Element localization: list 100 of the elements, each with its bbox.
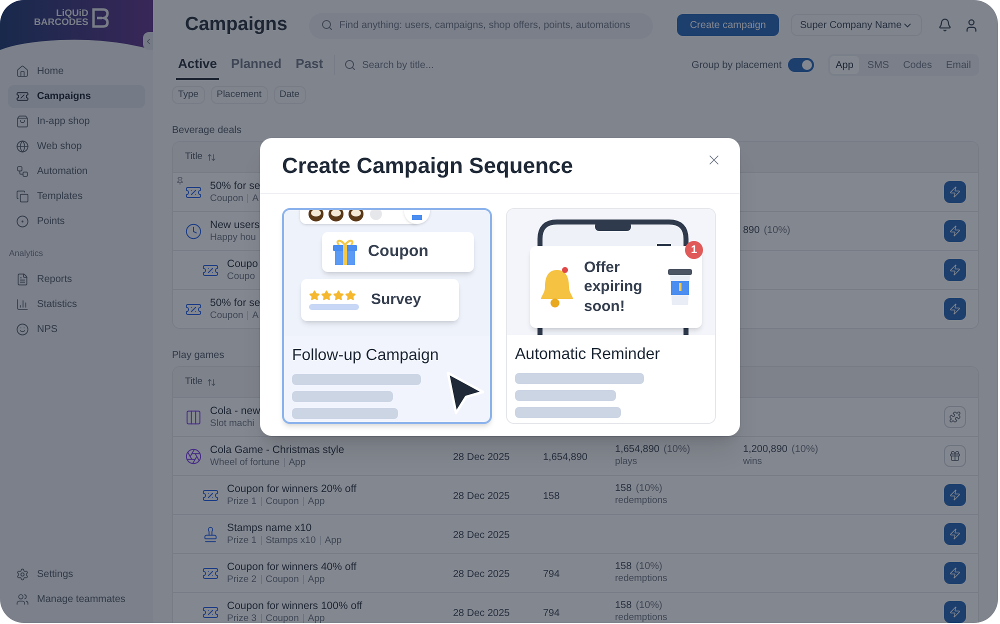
globe-icon bbox=[16, 140, 29, 153]
status-tab[interactable]: Active bbox=[176, 50, 220, 80]
boost-button[interactable] bbox=[944, 181, 966, 203]
page-title: Campaigns bbox=[184, 12, 288, 37]
company-select[interactable]: Super Company Name bbox=[790, 14, 922, 36]
stat-value: 158 bbox=[615, 600, 632, 612]
title-search-field[interactable]: Search by title... bbox=[362, 58, 482, 72]
row-count: 794 bbox=[543, 608, 560, 619]
column-header[interactable]: Title bbox=[185, 374, 203, 390]
sidebar-item[interactable]: Settings bbox=[8, 563, 145, 586]
filter-chip[interactable]: Placement bbox=[210, 86, 268, 104]
gift-icon bbox=[949, 450, 961, 462]
channel-tab[interactable]: Email bbox=[940, 56, 977, 74]
row-meta: A bbox=[252, 192, 259, 204]
sort-icon[interactable] bbox=[206, 378, 216, 386]
channel-tab[interactable]: App bbox=[830, 56, 860, 74]
wheel-icon bbox=[185, 448, 202, 464]
notification-text: Offer expiring soon! bbox=[584, 258, 644, 316]
channel-tab[interactable]: Codes bbox=[897, 56, 938, 74]
row-title[interactable]: Coupo bbox=[227, 258, 258, 271]
sidebar-item[interactable]: Automation bbox=[8, 160, 145, 183]
row-meta: Prize 2 bbox=[227, 574, 257, 586]
row-title[interactable]: Coupon for winners 40% off bbox=[227, 560, 356, 574]
sidebar-item[interactable]: NPS bbox=[8, 318, 145, 341]
filter-chip[interactable]: Date bbox=[274, 86, 306, 104]
stat-percent: (10%) bbox=[764, 224, 790, 238]
settings-icon bbox=[16, 568, 29, 581]
people-icon bbox=[16, 593, 29, 606]
row-meta: Slot machi bbox=[210, 418, 254, 430]
stat-value: 158 bbox=[615, 482, 632, 496]
sidebar-item[interactable]: Templates bbox=[8, 185, 145, 208]
columns-icon bbox=[185, 408, 202, 426]
row-meta: A bbox=[252, 310, 259, 322]
channel-tab[interactable]: SMS bbox=[861, 56, 896, 74]
row-count: 794 bbox=[543, 569, 560, 580]
sidebar-item[interactable]: In-app shop bbox=[8, 110, 145, 133]
sidebar-item[interactable]: Campaigns bbox=[8, 85, 145, 108]
row-title[interactable]: Cola - new bbox=[210, 404, 260, 418]
logo-text: BARCODES bbox=[34, 18, 88, 28]
row-meta: App bbox=[308, 496, 325, 508]
stat-percent: (10%) bbox=[636, 482, 662, 496]
sidebar-item[interactable]: Reports bbox=[8, 268, 145, 291]
user-icon[interactable] bbox=[964, 18, 979, 32]
row-title[interactable]: 50% for se bbox=[210, 296, 260, 310]
boost-button[interactable] bbox=[944, 259, 966, 281]
lightning-icon bbox=[949, 489, 961, 501]
column-header[interactable]: Title bbox=[185, 150, 203, 164]
stat-label: redemptions bbox=[615, 573, 668, 586]
group-toggle[interactable] bbox=[788, 58, 814, 72]
row-count: 1,654,890 bbox=[543, 452, 588, 463]
rating-pill bbox=[309, 304, 359, 310]
row-date: 28 Dec 2025 bbox=[453, 608, 510, 619]
row-title[interactable]: Cola Game - Christmas style bbox=[210, 444, 344, 457]
sequence-option-card[interactable]: Offer expiring soon! 1 Automatic Reminder bbox=[506, 208, 716, 424]
create-campaign-button[interactable]: Create campaign bbox=[676, 14, 779, 36]
row-count: 158 bbox=[543, 491, 560, 502]
lightning-icon bbox=[949, 567, 961, 579]
global-search-field[interactable]: Find anything: users, campaigns, shop offers, points, automations bbox=[309, 12, 653, 38]
row-title[interactable]: 50% for se bbox=[210, 180, 260, 193]
boost-button[interactable] bbox=[944, 220, 966, 242]
gift-box-icon bbox=[330, 237, 360, 267]
boost-button[interactable] bbox=[944, 298, 966, 320]
clock-icon bbox=[185, 222, 202, 240]
row-title[interactable]: Coupon for winners 20% off bbox=[227, 482, 356, 496]
status-tab[interactable]: Planned bbox=[229, 50, 284, 80]
sort-icon[interactable] bbox=[206, 152, 216, 162]
status-tab[interactable]: Past bbox=[294, 50, 326, 80]
bell-icon[interactable] bbox=[938, 18, 952, 32]
sidebar-item[interactable]: Web shop bbox=[8, 135, 145, 158]
stamp-icon bbox=[202, 526, 219, 542]
boost-button[interactable] bbox=[944, 562, 966, 584]
gift-button[interactable] bbox=[944, 445, 966, 467]
puzzle-button[interactable] bbox=[944, 406, 966, 428]
sequence-option-card[interactable]: Coupon Survey Follow-up Campaign bbox=[282, 208, 492, 424]
sidebar-item[interactable]: Points bbox=[8, 210, 145, 233]
stat-label: plays bbox=[615, 456, 638, 468]
sidebar-item[interactable]: Home bbox=[8, 60, 145, 83]
filter-chip[interactable]: Type bbox=[172, 86, 205, 104]
sidebar-item[interactable]: Manage teammates bbox=[8, 588, 145, 611]
card-title: Follow-up Campaign bbox=[292, 346, 440, 366]
sidebar-item[interactable]: Statistics bbox=[8, 292, 145, 316]
row-meta: App bbox=[308, 574, 325, 586]
table-row[interactable]: Coupon for winners 100% off Prize 3 Coupon App 28 Dec 2025 794 158 (10%) redemptions bbox=[173, 592, 978, 623]
lightning-icon bbox=[949, 225, 961, 237]
puzzle-icon bbox=[949, 411, 961, 423]
stat-percent: (10%) bbox=[636, 600, 662, 612]
row-meta: Prize 1 bbox=[227, 496, 257, 508]
collapse-button[interactable] bbox=[143, 32, 153, 50]
boost-button[interactable] bbox=[944, 484, 966, 506]
boost-button[interactable] bbox=[944, 523, 966, 545]
row-title[interactable]: New users bbox=[210, 218, 260, 232]
row-title[interactable]: Stamps name x10 bbox=[227, 522, 342, 535]
ticket-icon bbox=[16, 90, 29, 103]
boost-button[interactable] bbox=[944, 601, 966, 623]
row-meta: Happy hou bbox=[210, 232, 256, 244]
lightning-icon bbox=[949, 528, 961, 540]
row-meta: Stamps x10 bbox=[266, 534, 316, 546]
row-meta: App bbox=[308, 612, 325, 623]
lightning-icon bbox=[949, 186, 961, 198]
row-title[interactable]: Coupon for winners 100% off bbox=[227, 600, 362, 613]
